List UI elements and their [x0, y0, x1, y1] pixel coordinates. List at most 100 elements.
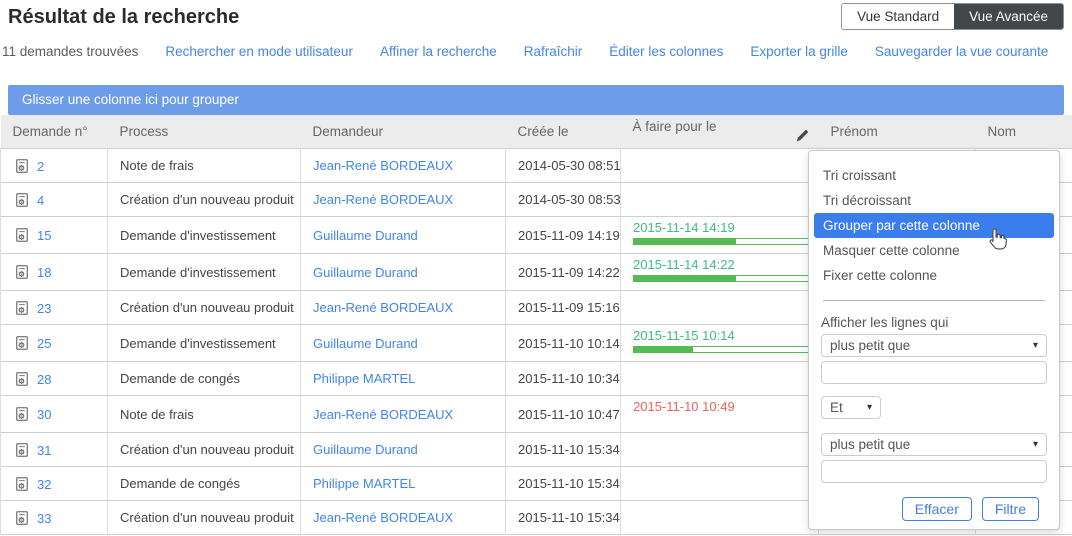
column-header[interactable]: Créée le: [506, 115, 621, 149]
demandeur-link[interactable]: Philippe MARTEL: [313, 371, 415, 386]
toolbar-link[interactable]: Affiner la recherche: [380, 44, 497, 59]
created-date-cell: 2015-11-10 15:34: [506, 501, 621, 535]
group-drop-zone[interactable]: Glisser une colonne ici pour grouper: [8, 85, 1064, 115]
menu-item[interactable]: Tri décroissant: [809, 188, 1059, 213]
request-id-link[interactable]: 25: [37, 336, 51, 351]
toolbar: 11 demandes trouvées Rechercher en mode …: [2, 44, 1068, 59]
due-date-cell: [621, 501, 819, 535]
column-header-label: Demandeur: [313, 124, 384, 139]
request-id-link[interactable]: 23: [37, 301, 51, 316]
menu-item[interactable]: Grouper par cette colonne: [814, 213, 1054, 238]
vue-standard-button[interactable]: Vue Standard: [842, 4, 954, 29]
column-header[interactable]: À faire pour le: [621, 115, 819, 149]
demandeur-link[interactable]: Jean-René BORDEAUX: [313, 158, 453, 173]
request-id-cell: 33: [1, 501, 108, 535]
column-header-label: Prénom: [831, 124, 878, 139]
menu-item[interactable]: Masquer cette colonne: [809, 238, 1059, 263]
process-cell: Création d'un nouveau produit: [108, 183, 301, 217]
demandeur-cell: Jean-René BORDEAUX: [301, 149, 506, 183]
filter-value-input-2[interactable]: [821, 460, 1047, 483]
pencil-icon[interactable]: [796, 129, 809, 145]
column-header-label: À faire pour le: [633, 119, 717, 134]
demandeur-link[interactable]: Guillaume Durand: [313, 265, 418, 280]
table-header-row: Demande n° Process Demandeur Créée le À fair…: [1, 115, 1072, 149]
demandeur-cell: Philippe MARTEL: [301, 362, 506, 396]
menu-item[interactable]: Fixer cette colonne: [809, 263, 1059, 288]
due-date-text: 2015-11-15 10:14: [633, 328, 818, 343]
due-progress-fill: [634, 347, 693, 352]
filter-operator-select-2[interactable]: plus petit que ▾: [821, 433, 1047, 456]
request-id-link[interactable]: 18: [37, 265, 51, 280]
process-cell: Création d'un nouveau produit: [108, 433, 301, 467]
document-gear-icon: [14, 264, 30, 280]
request-id-link[interactable]: 32: [37, 477, 51, 492]
demandeur-cell: Jean-René BORDEAUX: [301, 396, 506, 433]
request-id-link[interactable]: 4: [37, 193, 44, 208]
result-count: 11 demandes trouvées: [2, 44, 138, 59]
due-progress-fill: [634, 276, 736, 281]
created-date-cell: 2015-11-09 14:19: [506, 217, 621, 254]
demandeur-link[interactable]: Guillaume Durand: [313, 336, 418, 351]
menu-item[interactable]: Tri croissant: [809, 163, 1059, 188]
filter-operator-select-1[interactable]: plus petit que ▾: [821, 334, 1047, 357]
toolbar-link[interactable]: Éditer les colonnes: [609, 44, 723, 59]
demandeur-link[interactable]: Jean-René BORDEAUX: [313, 300, 453, 315]
toolbar-link[interactable]: Rechercher en mode utilisateur: [165, 44, 353, 59]
demandeur-link[interactable]: Jean-René BORDEAUX: [313, 510, 453, 525]
demandeur-cell: Guillaume Durand: [301, 217, 506, 254]
created-date-cell: 2015-11-10 10:34: [506, 362, 621, 396]
column-header[interactable]: Process: [108, 115, 301, 149]
column-header[interactable]: Nom: [976, 115, 1072, 149]
demandeur-cell: Jean-René BORDEAUX: [301, 501, 506, 535]
column-header[interactable]: Prénom: [819, 115, 976, 149]
request-id-link[interactable]: 2: [37, 159, 44, 174]
toolbar-link[interactable]: Rafraîchir: [524, 44, 583, 59]
due-date-cell: [621, 149, 819, 183]
apply-filter-button[interactable]: Filtre: [982, 497, 1039, 521]
process-cell: Demande de congés: [108, 467, 301, 501]
clear-filter-button[interactable]: Effacer: [902, 497, 972, 521]
toolbar-link[interactable]: Exporter la grille: [750, 44, 848, 59]
due-date-cell: [621, 433, 819, 467]
filter-logic-select[interactable]: Et ▾: [821, 396, 881, 419]
request-id-link[interactable]: 30: [37, 407, 51, 422]
due-date-cell: 2015-11-15 10:14: [621, 325, 819, 362]
column-header-label: Process: [120, 124, 169, 139]
request-id-cell: 23: [1, 291, 108, 325]
request-id-cell: 2: [1, 149, 108, 183]
demandeur-cell: Jean-René BORDEAUX: [301, 183, 506, 217]
process-cell: Note de frais: [108, 149, 301, 183]
toolbar-link[interactable]: Sauvegarder la vue courante: [875, 44, 1048, 59]
demandeur-link[interactable]: Philippe MARTEL: [313, 476, 415, 491]
demandeur-cell: Guillaume Durand: [301, 433, 506, 467]
demandeur-link[interactable]: Jean-René BORDEAUX: [313, 192, 453, 207]
document-gear-icon: [14, 442, 30, 458]
request-id-link[interactable]: 15: [37, 228, 51, 243]
document-gear-icon: [14, 192, 30, 208]
demandeur-link[interactable]: Jean-René BORDEAUX: [313, 407, 453, 422]
request-id-link[interactable]: 33: [37, 511, 51, 526]
request-id-link[interactable]: 28: [37, 372, 51, 387]
due-date-cell: 2015-11-14 14:22: [621, 254, 819, 291]
request-id-cell: 18: [1, 254, 108, 291]
column-header-label: Nom: [988, 124, 1017, 139]
chevron-down-icon: ▾: [867, 398, 872, 417]
due-progress-bar: [633, 238, 814, 245]
created-date-cell: 2015-11-10 15:34: [506, 433, 621, 467]
process-cell: Demande d'investissement: [108, 217, 301, 254]
demandeur-link[interactable]: Guillaume Durand: [313, 228, 418, 243]
vue-avancee-button[interactable]: Vue Avancée: [954, 4, 1063, 29]
demandeur-link[interactable]: Guillaume Durand: [313, 442, 418, 457]
due-progress-bar: [633, 275, 814, 282]
due-progress-bar: [633, 346, 814, 353]
document-gear-icon: [14, 510, 30, 526]
due-date-cell: [621, 467, 819, 501]
due-progress-fill: [634, 239, 736, 244]
filter-value-input-1[interactable]: [821, 361, 1047, 384]
request-id-link[interactable]: 31: [37, 443, 51, 458]
due-date-cell: 2015-11-10 10:49: [621, 396, 819, 433]
column-header[interactable]: Demande n°: [1, 115, 108, 149]
filter-operator-1-value: plus petit que: [830, 336, 910, 355]
column-header[interactable]: Demandeur: [301, 115, 506, 149]
request-id-cell: 31: [1, 433, 108, 467]
